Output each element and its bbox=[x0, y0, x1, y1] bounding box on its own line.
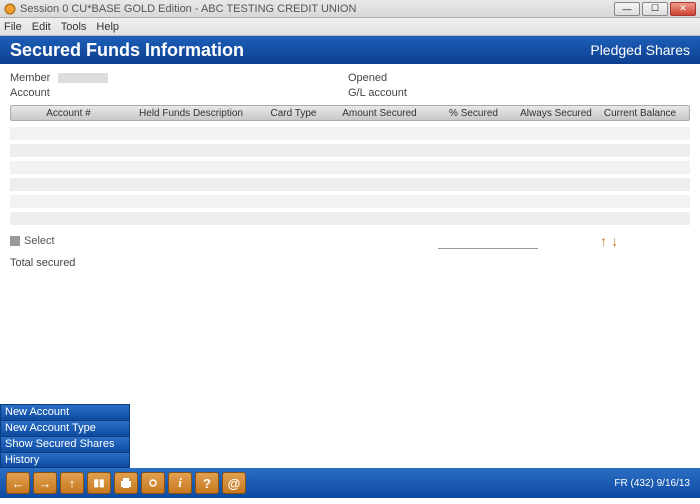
at-button[interactable]: @ bbox=[222, 472, 246, 494]
table-row[interactable] bbox=[10, 178, 690, 191]
col-account[interactable]: Account # bbox=[11, 108, 126, 119]
account-label: Account bbox=[10, 87, 58, 99]
left-button-stack: New Account New Account Type Show Secure… bbox=[0, 404, 130, 468]
menu-help[interactable]: Help bbox=[96, 21, 119, 33]
glaccount-label: G/L account bbox=[348, 87, 428, 99]
link-icon bbox=[146, 476, 160, 490]
page-subtitle: Pledged Shares bbox=[590, 42, 690, 58]
pause-button[interactable]: ▮▮ bbox=[87, 472, 111, 494]
menu-edit[interactable]: Edit bbox=[32, 21, 51, 33]
scroll-up-icon[interactable]: ↑ bbox=[600, 233, 607, 249]
footer-text: FR (432) 9/16/13 bbox=[614, 478, 690, 489]
page-header: Secured Funds Information Pledged Shares bbox=[0, 36, 700, 64]
show-secured-shares-button[interactable]: Show Secured Shares bbox=[0, 436, 130, 452]
new-account-type-button[interactable]: New Account Type bbox=[0, 420, 130, 436]
col-pct[interactable]: % Secured bbox=[436, 108, 511, 119]
help-button[interactable]: ? bbox=[195, 472, 219, 494]
forward-button[interactable]: → bbox=[33, 472, 57, 494]
scroll-down-icon[interactable]: ↓ bbox=[611, 233, 618, 249]
table-row[interactable] bbox=[10, 195, 690, 208]
col-description[interactable]: Held Funds Description bbox=[126, 108, 256, 119]
close-button[interactable]: ✕ bbox=[670, 2, 696, 16]
menu-tools[interactable]: Tools bbox=[61, 21, 87, 33]
new-account-button[interactable]: New Account bbox=[0, 404, 130, 420]
minimize-button[interactable]: — bbox=[614, 2, 640, 16]
window-titlebar: Session 0 CU*BASE GOLD Edition - ABC TES… bbox=[0, 0, 700, 18]
footer-toolbar: ← → ↑ ▮▮ i ? @ FR (432) 9/16/13 bbox=[0, 468, 700, 498]
opened-label: Opened bbox=[348, 72, 428, 84]
select-label: Select bbox=[24, 235, 55, 247]
grid-header: Account # Held Funds Description Card Ty… bbox=[10, 105, 690, 121]
member-label: Member bbox=[10, 72, 58, 84]
up-button[interactable]: ↑ bbox=[60, 472, 84, 494]
total-secured-label: Total secured bbox=[10, 257, 690, 269]
history-button[interactable]: History bbox=[0, 452, 130, 468]
print-button[interactable] bbox=[114, 472, 138, 494]
grid-body bbox=[10, 127, 690, 225]
window-title: Session 0 CU*BASE GOLD Edition - ABC TES… bbox=[20, 3, 614, 15]
select-icon[interactable] bbox=[10, 236, 20, 246]
account-value bbox=[58, 87, 348, 99]
print-icon bbox=[119, 476, 133, 490]
content-area: Member Opened Account G/L account Accoun… bbox=[0, 64, 700, 468]
table-row[interactable] bbox=[10, 212, 690, 225]
maximize-button[interactable]: ☐ bbox=[642, 2, 668, 16]
col-amount[interactable]: Amount Secured bbox=[331, 108, 436, 119]
underline-field bbox=[438, 248, 538, 249]
info-button[interactable]: i bbox=[168, 472, 192, 494]
col-always[interactable]: Always Secured bbox=[511, 108, 601, 119]
redacted-value bbox=[58, 73, 108, 83]
col-balance[interactable]: Current Balance bbox=[601, 108, 689, 119]
menu-bar: File Edit Tools Help bbox=[0, 18, 700, 36]
select-bar: Select ↑ ↓ bbox=[10, 233, 690, 249]
table-row[interactable] bbox=[10, 144, 690, 157]
menu-file[interactable]: File bbox=[4, 21, 22, 33]
table-row[interactable] bbox=[10, 161, 690, 174]
back-button[interactable]: ← bbox=[6, 472, 30, 494]
table-row[interactable] bbox=[10, 127, 690, 140]
col-cardtype[interactable]: Card Type bbox=[256, 108, 331, 119]
page-title: Secured Funds Information bbox=[10, 40, 590, 61]
app-icon bbox=[4, 3, 16, 15]
member-value bbox=[58, 72, 348, 84]
link-button[interactable] bbox=[141, 472, 165, 494]
